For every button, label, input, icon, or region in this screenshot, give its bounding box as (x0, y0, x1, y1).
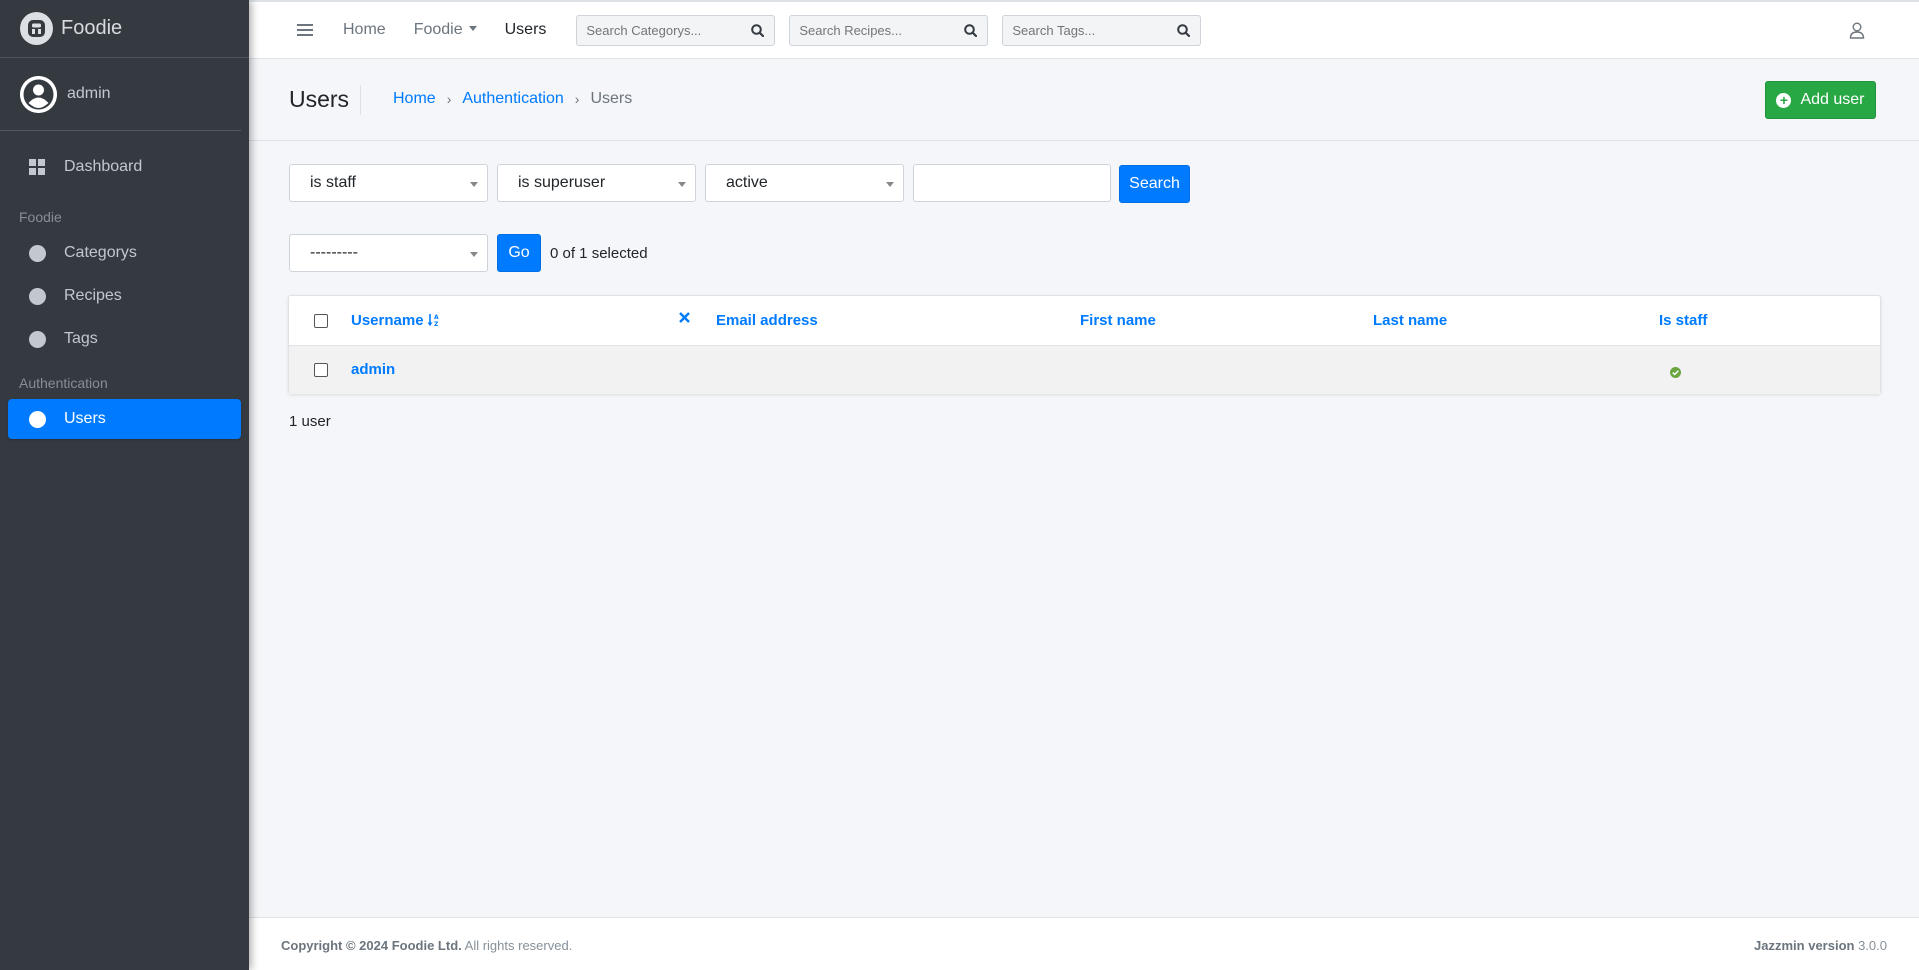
search-categorys-box (576, 14, 776, 46)
active-filter-select[interactable]: active (705, 164, 904, 202)
sidebar-item-recipes[interactable]: Recipes (8, 276, 241, 316)
is-superuser-filter-select[interactable]: is superuser (497, 164, 696, 202)
circle-icon (28, 410, 46, 428)
version-label: Jazzmin version (1754, 938, 1855, 953)
dropdown-arrow-icon (886, 182, 894, 187)
row-checkbox[interactable] (314, 363, 328, 377)
sidebar: Foodie admin Dashboard Foodie Categorys (0, 0, 249, 970)
footer-version: Jazzmin version 3.0.0 (1754, 938, 1887, 953)
avatar (20, 75, 57, 113)
sidebar-item-users[interactable]: Users (8, 399, 241, 439)
filter-bar: is staff is superuser active Search (289, 164, 1190, 203)
action-select-value: --------- (310, 244, 358, 261)
is-superuser-filter-value: is superuser (518, 174, 606, 191)
sidebar-item-label: Tags (64, 330, 98, 347)
nav-foodie-dropdown[interactable]: Foodie (414, 21, 477, 39)
sidebar-item-label: Dashboard (64, 158, 143, 175)
user-name: admin (67, 85, 111, 102)
circle-icon (28, 330, 46, 348)
breadcrumb-current: Users (590, 90, 633, 107)
user-menu-icon[interactable] (1849, 22, 1865, 44)
result-count: 1 user (289, 413, 331, 430)
results-table: Username A Z Email address First name Last… (288, 295, 1881, 394)
nav-home-link[interactable]: Home (343, 21, 386, 39)
breadcrumb-separator: › (574, 91, 580, 107)
dashboard-icon (28, 159, 46, 175)
dropdown-arrow-icon (470, 252, 478, 257)
add-user-label: Add user (1800, 91, 1865, 108)
breadcrumb-home[interactable]: Home (393, 90, 436, 108)
circle-icon (28, 244, 46, 262)
breadcrumb-authentication[interactable]: Authentication (462, 90, 563, 108)
breadcrumb: Home › Authentication › Users (393, 90, 632, 108)
copyright-owner: Copyright © 2024 Foodie Ltd. (281, 938, 462, 953)
svg-text:Z: Z (434, 321, 439, 327)
action-select[interactable]: --------- (289, 234, 488, 272)
search-tags-box (1002, 14, 1202, 46)
user-panel[interactable]: admin (0, 58, 241, 131)
brand-text: Foodie (61, 17, 123, 39)
column-header-username[interactable]: Username A Z (351, 312, 441, 331)
top-navbar: Home Foodie Users (249, 0, 1919, 59)
dropdown-arrow-icon (678, 182, 686, 187)
svg-text:A: A (434, 314, 439, 321)
menu-toggle-icon[interactable] (297, 21, 313, 39)
sidebar-nav: Dashboard Foodie Categorys Recipes Tags … (0, 131, 249, 439)
column-header-last-name[interactable]: Last name (1373, 312, 1447, 329)
go-button[interactable]: Go (497, 234, 541, 272)
brand-logo-icon (20, 12, 53, 45)
sort-alpha-down-icon: AZ (427, 313, 441, 331)
page-title: Users (289, 86, 350, 112)
search-icon[interactable] (742, 23, 772, 37)
check-circle-icon (1670, 365, 1681, 383)
search-recipes-box (789, 14, 989, 46)
column-header-email-address[interactable]: Email address (716, 312, 818, 329)
column-header-is-staff[interactable]: Is staff (1659, 312, 1707, 329)
action-bar: --------- Go 0 of 1 selected (289, 234, 648, 272)
search-field[interactable] (913, 164, 1111, 202)
table-row: admin (289, 346, 1880, 394)
search-icon[interactable] (955, 23, 985, 37)
nav-header-authentication: Authentication (19, 375, 108, 391)
remove-sort-icon[interactable] (679, 310, 690, 328)
caret-down-icon (468, 26, 477, 31)
brand-link[interactable]: Foodie (0, 0, 249, 58)
footer: Copyright © 2024 Foodie Ltd. All rights … (249, 917, 1919, 970)
search-recipes-input[interactable] (790, 22, 956, 38)
search-categorys-input[interactable] (577, 22, 743, 38)
sidebar-item-label: Users (64, 410, 106, 427)
username-link[interactable]: admin (351, 361, 395, 378)
nav-header-foodie: Foodie (19, 209, 62, 225)
select-all-checkbox[interactable] (314, 314, 328, 328)
search-button[interactable]: Search (1119, 165, 1190, 203)
breadcrumb-separator: › (446, 91, 452, 107)
search-icon[interactable] (1168, 23, 1198, 37)
title-divider (360, 85, 361, 115)
is-staff-filter-select[interactable]: is staff (289, 164, 488, 202)
sidebar-item-tags[interactable]: Tags (8, 319, 241, 359)
footer-copyright: Copyright © 2024 Foodie Ltd. All rights … (281, 938, 572, 953)
sidebar-item-label: Categorys (64, 244, 137, 261)
is-staff-filter-value: is staff (310, 174, 356, 191)
nav-foodie-label: Foodie (413, 21, 463, 38)
active-filter-value: active (726, 174, 768, 191)
table-header-row: Username A Z Email address First name Last… (289, 296, 1880, 346)
selection-counter: 0 of 1 selected (550, 244, 648, 262)
sidebar-item-categorys[interactable]: Categorys (8, 233, 241, 273)
version-number: 3.0.0 (1854, 938, 1887, 953)
plus-circle-icon: + (1776, 92, 1792, 108)
copyright-rights: All rights reserved. (461, 938, 573, 953)
content-header: Users Home › Authentication › Users + Ad… (249, 59, 1919, 141)
search-tags-input[interactable] (1003, 22, 1169, 38)
column-header-first-name[interactable]: First name (1080, 312, 1156, 329)
circle-icon (28, 287, 46, 305)
column-header-label: Username (351, 312, 424, 329)
dropdown-arrow-icon (470, 182, 478, 187)
nav-users-link[interactable]: Users (505, 21, 547, 39)
add-user-button[interactable]: + Add user (1765, 81, 1876, 119)
sidebar-item-dashboard[interactable]: Dashboard (8, 147, 241, 187)
sidebar-item-label: Recipes (64, 287, 122, 304)
